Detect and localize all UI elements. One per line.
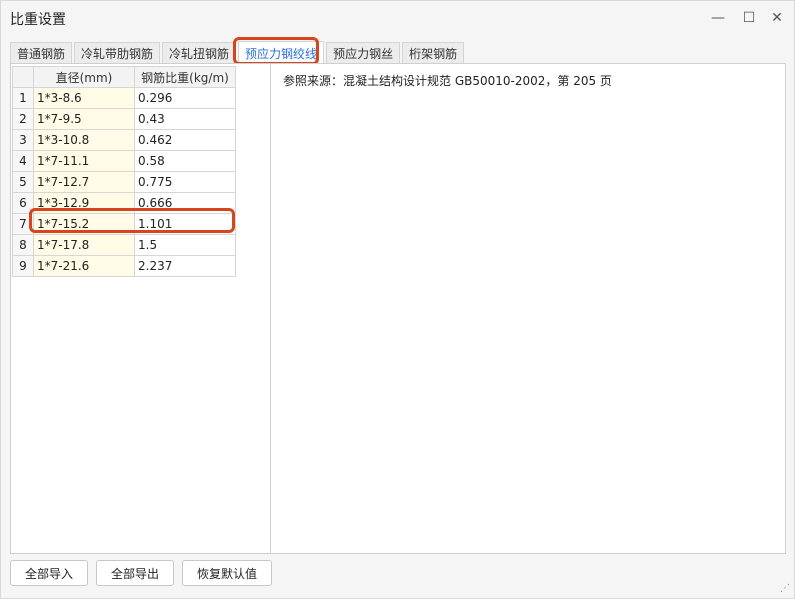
table-header-row: 直径(mm) 钢筋比重(kg/m) bbox=[12, 66, 236, 88]
diameter-cell[interactable]: 1*3-8.6 bbox=[33, 87, 135, 109]
diameter-cell[interactable]: 1*7-11.1 bbox=[33, 150, 135, 172]
table-row[interactable]: 4 1*7-11.1 0.58 bbox=[12, 150, 236, 172]
row-index: 9 bbox=[12, 255, 34, 277]
diameter-cell[interactable]: 1*7-17.8 bbox=[33, 234, 135, 256]
row-index: 1 bbox=[12, 87, 34, 109]
weight-cell[interactable]: 1.101 bbox=[134, 213, 236, 235]
row-index: 5 bbox=[12, 171, 34, 193]
weight-cell[interactable]: 0.666 bbox=[134, 192, 236, 214]
diameter-cell[interactable]: 1*7-15.2 bbox=[33, 213, 135, 235]
maximize-icon[interactable]: ☐ bbox=[739, 8, 759, 28]
tab-cold-rolled-ribbed[interactable]: 冷轧带肋钢筋 bbox=[74, 42, 161, 63]
table-row[interactable]: 3 1*3-10.8 0.462 bbox=[12, 129, 236, 151]
diameter-cell[interactable]: 1*7-12.7 bbox=[33, 171, 135, 193]
reference-source-text: 参照来源：混凝土结构设计规范 GB50010-2002，第 205 页 bbox=[283, 74, 612, 88]
tab-prestressed-wire[interactable]: 预应力钢丝 bbox=[326, 42, 401, 63]
button-bar: 全部导入 全部导出 恢复默认值 bbox=[10, 560, 280, 586]
column-header-index bbox=[12, 66, 34, 88]
weight-cell[interactable]: 0.58 bbox=[134, 150, 236, 172]
table-row[interactable]: 8 1*7-17.8 1.5 bbox=[12, 234, 236, 256]
tab-truss-rebar[interactable]: 桁架钢筋 bbox=[402, 42, 465, 63]
weight-cell[interactable]: 0.462 bbox=[134, 129, 236, 151]
weight-cell[interactable]: 0.775 bbox=[134, 171, 236, 193]
restore-default-button[interactable]: 恢复默认值 bbox=[182, 560, 273, 586]
diameter-cell[interactable]: 1*3-12.9 bbox=[33, 192, 135, 214]
reference-pane: 参照来源：混凝土结构设计规范 GB50010-2002，第 205 页 bbox=[271, 64, 785, 553]
dialog-window: 比重设置 — ☐ ✕ 普通钢筋 冷轧带肋钢筋 冷轧扭钢筋 预应力钢绞线 预应力钢… bbox=[0, 0, 795, 599]
row-index: 8 bbox=[12, 234, 34, 256]
close-icon[interactable]: ✕ bbox=[767, 8, 787, 28]
weight-table: 直径(mm) 钢筋比重(kg/m) 1 1*3-8.6 0.296 2 1*7-… bbox=[12, 66, 236, 277]
weight-cell[interactable]: 0.296 bbox=[134, 87, 236, 109]
tab-prestressed-strand[interactable]: 预应力钢绞线 bbox=[238, 41, 325, 64]
table-row[interactable]: 9 1*7-21.6 2.237 bbox=[12, 255, 236, 277]
import-all-button[interactable]: 全部导入 bbox=[10, 560, 89, 586]
title-bar: 比重设置 — ☐ ✕ bbox=[1, 1, 794, 35]
row-index: 6 bbox=[12, 192, 34, 214]
diameter-cell[interactable]: 1*7-21.6 bbox=[33, 255, 135, 277]
weight-cell[interactable]: 2.237 bbox=[134, 255, 236, 277]
tab-cold-rolled-twisted[interactable]: 冷轧扭钢筋 bbox=[162, 42, 237, 63]
row-index: 2 bbox=[12, 108, 34, 130]
table-row[interactable]: 1 1*3-8.6 0.296 bbox=[12, 87, 236, 109]
tab-ordinary-rebar[interactable]: 普通钢筋 bbox=[10, 42, 73, 63]
column-header-weight: 钢筋比重(kg/m) bbox=[134, 66, 236, 88]
row-index: 7 bbox=[12, 213, 34, 235]
diameter-cell[interactable]: 1*7-9.5 bbox=[33, 108, 135, 130]
diameter-cell[interactable]: 1*3-10.8 bbox=[33, 129, 135, 151]
table-row[interactable]: 7 1*7-15.2 1.101 bbox=[12, 213, 236, 235]
export-all-button[interactable]: 全部导出 bbox=[96, 560, 175, 586]
table-row[interactable]: 5 1*7-12.7 0.775 bbox=[12, 171, 236, 193]
table-row[interactable]: 6 1*3-12.9 0.666 bbox=[12, 192, 236, 214]
row-index: 4 bbox=[12, 150, 34, 172]
tab-content: 直径(mm) 钢筋比重(kg/m) 1 1*3-8.6 0.296 2 1*7-… bbox=[10, 63, 786, 554]
row-index: 3 bbox=[12, 129, 34, 151]
minimize-icon[interactable]: — bbox=[708, 8, 728, 28]
weight-cell[interactable]: 1.5 bbox=[134, 234, 236, 256]
weight-cell[interactable]: 0.43 bbox=[134, 108, 236, 130]
window-title: 比重设置 bbox=[10, 12, 66, 28]
column-header-diameter: 直径(mm) bbox=[33, 66, 135, 88]
weight-table-pane: 直径(mm) 钢筋比重(kg/m) 1 1*3-8.6 0.296 2 1*7-… bbox=[11, 64, 271, 553]
table-row[interactable]: 2 1*7-9.5 0.43 bbox=[12, 108, 236, 130]
resize-grip-icon[interactable]: ⋰ bbox=[780, 583, 790, 594]
tab-bar: 普通钢筋 冷轧带肋钢筋 冷轧扭钢筋 预应力钢绞线 预应力钢丝 桁架钢筋 bbox=[10, 41, 466, 64]
